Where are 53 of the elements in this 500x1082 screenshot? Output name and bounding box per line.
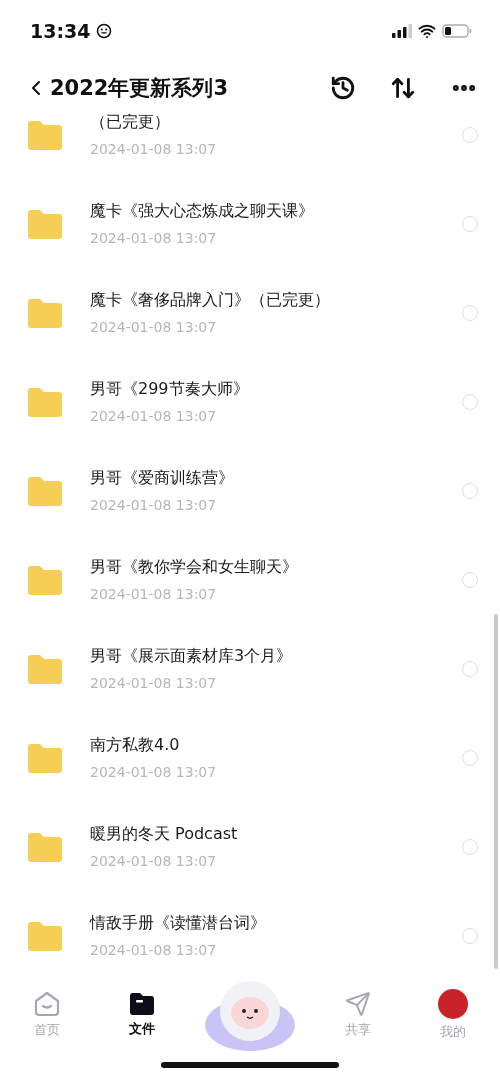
folder-icon <box>26 208 64 239</box>
select-radio[interactable] <box>462 749 478 766</box>
select-radio[interactable] <box>462 660 478 677</box>
folder-name[interactable]: 南方私教4.0 <box>90 735 462 756</box>
modified-date: 2024-01-08 13:07 <box>90 319 218 335</box>
folder-icon <box>26 297 64 328</box>
paper-plane-icon <box>344 991 371 1017</box>
wifi-icon <box>418 22 436 40</box>
select-radio[interactable] <box>462 927 478 944</box>
modified-date: 2024-01-08 13:07 <box>90 141 218 157</box>
folder-name[interactable]: 魔卡《奢侈品牌入门》（已完更） <box>90 290 462 311</box>
folder-name[interactable]: 情敌手册《读懂潜台词》 <box>90 913 462 934</box>
nav-tab[interactable]: 文件 <box>107 992 178 1038</box>
select-radio[interactable] <box>462 126 478 143</box>
folder-icon <box>26 742 64 773</box>
folder-name[interactable]: 男哥《爱商训练营》 <box>90 468 462 489</box>
modified-date: 2024-01-08 13:07 <box>90 408 218 424</box>
select-radio[interactable] <box>462 393 478 410</box>
folder-icon <box>26 564 64 595</box>
modified-date: 2024-01-08 13:07 <box>90 942 218 958</box>
folder-icon <box>129 992 156 1016</box>
history-icon[interactable] <box>330 75 356 101</box>
modified-date: 2024-01-08 13:07 <box>90 853 218 869</box>
signal-icon <box>392 24 412 38</box>
folder-name[interactable]: 暖男的冬天 Podcast <box>90 824 462 845</box>
folder-name[interactable]: （已完更） <box>90 114 462 133</box>
folder-name[interactable]: 男哥《展示面素材库3个月》 <box>90 646 462 667</box>
select-radio[interactable] <box>462 215 478 232</box>
smiley-icon <box>96 23 113 39</box>
avatar <box>437 989 468 1019</box>
sort-icon[interactable] <box>390 75 416 101</box>
folder-icon <box>26 831 64 862</box>
modified-date: 2024-01-08 13:07 <box>90 586 218 602</box>
folder-icon <box>26 920 64 951</box>
select-radio[interactable] <box>462 571 478 588</box>
select-radio[interactable] <box>462 304 478 321</box>
folder-name[interactable]: 男哥《教你学会和女生聊天》 <box>90 557 462 578</box>
folder-icon <box>26 653 64 684</box>
folder-icon <box>26 386 64 417</box>
folder-icon <box>26 475 64 506</box>
modified-date: 2024-01-08 13:07 <box>90 764 218 780</box>
page-title: 2022年更新系列3 <box>50 75 230 102</box>
modified-date: 2024-01-08 13:07 <box>90 230 218 246</box>
modified-date: 2024-01-08 13:07 <box>90 497 218 513</box>
folder-name[interactable]: 魔卡《强大心态炼成之聊天课》 <box>90 201 462 222</box>
folder-icon <box>26 119 64 150</box>
home-icon <box>34 991 61 1017</box>
select-radio[interactable] <box>462 482 478 499</box>
select-radio[interactable] <box>462 838 478 855</box>
modified-date: 2024-01-08 13:07 <box>90 675 218 691</box>
battery-icon <box>442 24 472 38</box>
folder-name[interactable]: 男哥《299节奏大师》 <box>90 379 462 400</box>
status-time: 13:34 <box>30 20 91 42</box>
